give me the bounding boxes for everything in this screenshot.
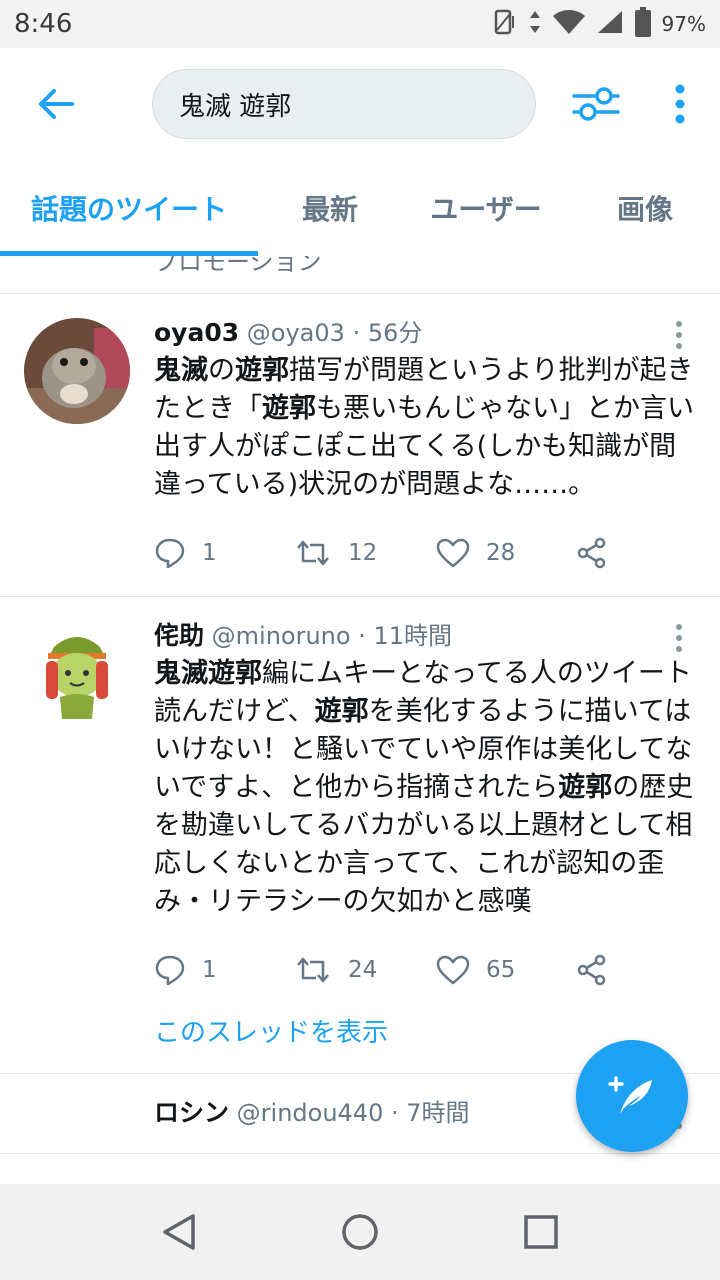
vibrate-icon: [490, 8, 518, 40]
tweet-text: 鬼滅遊郭編にムキーとなってる人のツイート読んだけど、遊郭を美化するように描いては…: [154, 658, 694, 917]
back-button[interactable]: [0, 48, 112, 160]
share-icon: [577, 537, 606, 569]
retweet-icon: [297, 540, 329, 566]
share-button[interactable]: [576, 537, 608, 569]
status-icons: 97%: [490, 7, 706, 41]
sliders-icon: [572, 87, 620, 121]
cell-signal-icon: [596, 9, 624, 39]
data-arrows-icon: [528, 9, 542, 39]
promoted-label: プロモーション: [154, 256, 322, 276]
tweet[interactable]: oya03 @oya03 · 56分 鬼滅の遊郭描写が問題というより批判が起きた…: [0, 294, 720, 597]
timestamp: 56分: [367, 319, 423, 347]
display-name[interactable]: 侘助: [154, 621, 204, 650]
tweet-text: 鬼滅の遊郭描写が問題というより批判が起きたとき「遊郭も悪いもんじゃない」とか言い…: [154, 355, 694, 500]
display-name[interactable]: ロシン: [154, 1098, 229, 1127]
status-time: 8:46: [14, 9, 73, 39]
handle: @minoruno: [211, 622, 351, 650]
like-count: 28: [486, 540, 516, 566]
search-header: 鬼滅 遊郭: [0, 48, 720, 160]
nav-home-icon[interactable]: [340, 1212, 380, 1252]
tweet-header: 侘助 @minoruno · 11時間: [154, 619, 690, 653]
search-tabs: 話題のツイート 最新 ユーザー 画像: [0, 160, 720, 256]
tweet[interactable]: 侘助 @minoruno · 11時間 鬼滅遊郭編にムキーとなってる人のツイート…: [0, 597, 720, 1074]
display-name[interactable]: oya03: [154, 318, 239, 347]
heart-icon: [436, 538, 470, 568]
search-filter-button[interactable]: [564, 72, 628, 136]
promoted-tweet-cutoff: プロモーション: [0, 256, 720, 294]
hamster-avatar-image: [24, 318, 130, 424]
reply-count: 1: [202, 540, 217, 566]
tweet-menu-icon[interactable]: [674, 623, 684, 653]
tab-top[interactable]: 話題のツイート: [0, 160, 258, 256]
tweet-menu-icon[interactable]: [674, 320, 684, 350]
battery-icon: [634, 7, 652, 41]
reply-button[interactable]: 1: [154, 537, 294, 569]
reply-button[interactable]: 1: [154, 954, 294, 986]
retweet-count: 12: [348, 540, 378, 566]
more-vertical-icon: [675, 84, 685, 124]
separator-dot: ·: [390, 1099, 399, 1127]
separator-dot: ·: [358, 622, 366, 650]
tweet-actions: 1 12 28: [154, 518, 690, 588]
avatar[interactable]: [24, 318, 130, 424]
app-root: 8:46 97% 鬼滅 遊郭 話題のツイート 最新 ユーザー 画像 プロモーショ…: [0, 0, 720, 1280]
heart-icon: [436, 955, 470, 985]
separator-dot: ·: [352, 319, 361, 347]
reply-icon: [155, 538, 185, 569]
overflow-menu-button[interactable]: [660, 72, 700, 136]
handle: @rindou440: [236, 1099, 384, 1127]
reply-count: 1: [202, 957, 217, 983]
wifi-icon: [552, 9, 586, 39]
tweet-header: oya03 @oya03 · 56分: [154, 316, 690, 350]
like-count: 65: [486, 957, 516, 983]
share-button[interactable]: [576, 954, 608, 986]
timestamp: 7時間: [406, 1099, 470, 1127]
kappa-mascot-avatar-image: [24, 621, 130, 727]
search-input[interactable]: 鬼滅 遊郭: [152, 69, 536, 139]
retweet-button[interactable]: 24: [294, 954, 436, 986]
timestamp: 11時間: [373, 622, 453, 650]
retweet-button[interactable]: 12: [294, 537, 436, 569]
compose-tweet-button[interactable]: [576, 1040, 688, 1152]
tab-users[interactable]: ユーザー: [402, 160, 570, 256]
like-button[interactable]: 28: [436, 538, 576, 568]
battery-percent: 97%: [661, 12, 706, 36]
handle: @oya03: [246, 319, 345, 347]
status-bar: 8:46 97%: [0, 0, 720, 48]
search-query: 鬼滅 遊郭: [179, 91, 292, 122]
compose-feather-icon: [608, 1076, 652, 1114]
back-arrow-icon: [39, 89, 74, 119]
reply-icon: [155, 955, 185, 986]
nav-recents-icon[interactable]: [523, 1214, 559, 1250]
tab-images[interactable]: 画像: [570, 160, 720, 256]
like-button[interactable]: 65: [436, 955, 576, 985]
retweet-count: 24: [348, 957, 378, 983]
nav-back-icon[interactable]: [161, 1212, 197, 1252]
tweet-actions: 1 24 65: [154, 935, 690, 1005]
avatar[interactable]: [24, 621, 130, 727]
share-icon: [577, 954, 606, 986]
retweet-icon: [297, 957, 329, 983]
system-nav-bar: [0, 1184, 720, 1280]
tab-latest[interactable]: 最新: [258, 160, 402, 256]
